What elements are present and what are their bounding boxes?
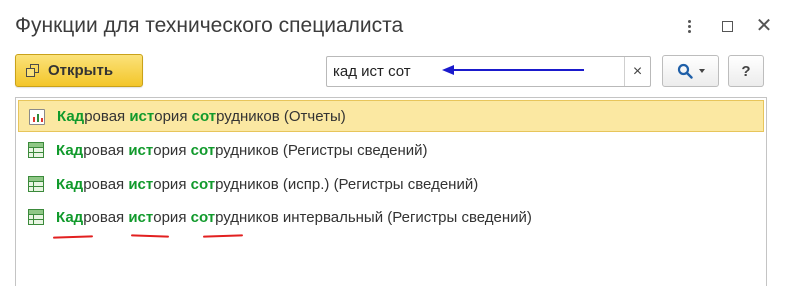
register-icon <box>28 142 44 158</box>
function-window: Функции для технического специалиста ✕ О… <box>0 0 789 286</box>
search-icon <box>677 63 693 79</box>
report-icon <box>29 109 45 125</box>
window-title: Функции для технического специалиста <box>15 14 404 37</box>
open-button[interactable]: Открыть <box>15 54 143 87</box>
list-item[interactable]: Кадровая история сотрудников (Отчеты) <box>18 100 764 132</box>
search-button[interactable] <box>662 55 719 87</box>
open-button-label: Открыть <box>48 62 114 79</box>
list-item[interactable]: Кадровая история сотрудников интервальны… <box>18 201 764 233</box>
list-item[interactable]: Кадровая история сотрудников (испр.) (Ре… <box>18 168 764 200</box>
results-list: Кадровая история сотрудников (Отчеты) Ка… <box>15 97 767 286</box>
list-item-label: Кадровая история сотрудников (Отчеты) <box>57 107 346 125</box>
list-item-label: Кадровая история сотрудников (испр.) (Ре… <box>56 175 479 193</box>
list-item-label: Кадровая история сотрудников интервальны… <box>56 208 532 226</box>
clear-search-button[interactable]: × <box>624 57 650 86</box>
chevron-down-icon <box>698 69 705 73</box>
close-icon[interactable]: ✕ <box>753 14 775 38</box>
more-icon[interactable] <box>678 14 700 38</box>
help-button[interactable]: ? <box>728 55 764 87</box>
register-icon <box>28 176 44 192</box>
list-item[interactable]: Кадровая история сотрудников (Регистры с… <box>18 134 764 166</box>
maximize-icon[interactable] <box>716 14 738 38</box>
register-icon <box>28 209 44 225</box>
list-item-label: Кадровая история сотрудников (Регистры с… <box>56 141 428 159</box>
annotation-arrow <box>442 65 584 75</box>
open-icon <box>26 63 40 78</box>
